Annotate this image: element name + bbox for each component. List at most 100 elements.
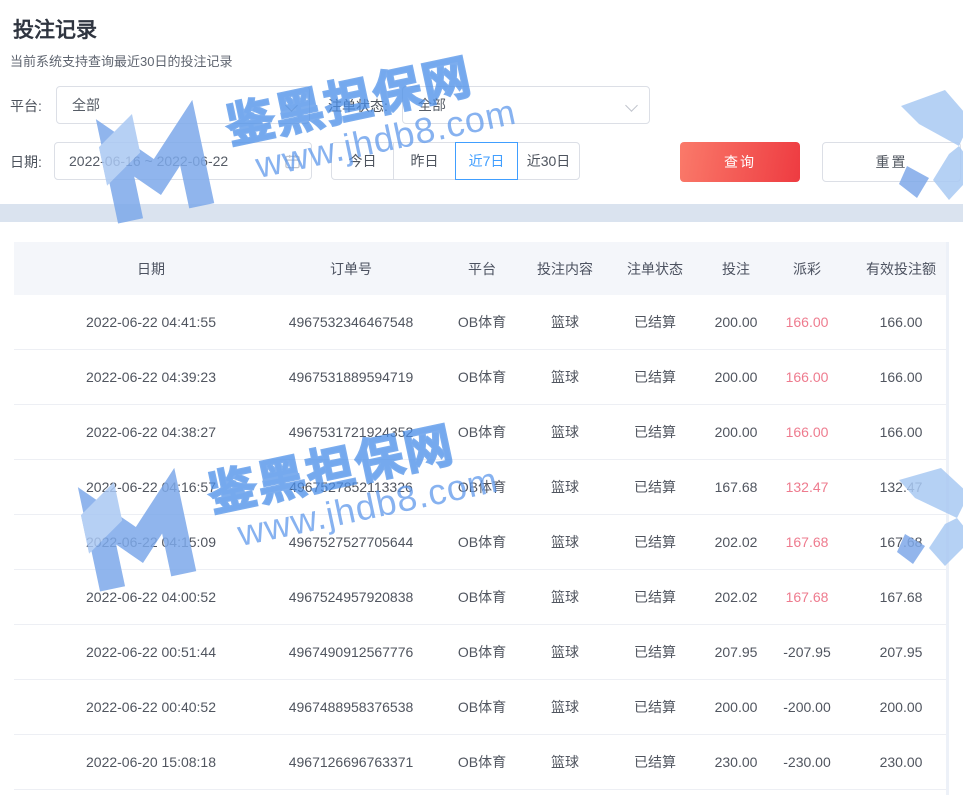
platform-label: 平台: xyxy=(10,86,42,126)
platform-select[interactable]: 全部 xyxy=(56,86,310,124)
cell-content: 篮球 xyxy=(551,350,579,404)
cell-payout: -230.00 xyxy=(783,735,830,789)
cell-status: 已结算 xyxy=(634,625,676,679)
table-row: 2022-06-22 00:51:444967490912567776OB体育篮… xyxy=(14,625,949,680)
cell-platform: OB体育 xyxy=(458,515,506,569)
calendar-icon xyxy=(285,154,300,169)
table-row: 2022-06-22 04:39:234967531889594719OB体育篮… xyxy=(14,350,949,405)
cell-payout: -200.00 xyxy=(783,680,830,734)
cell-status: 已结算 xyxy=(634,405,676,459)
cell-bet: 200.00 xyxy=(715,405,758,459)
platform-select-value: 全部 xyxy=(72,95,100,115)
cell-bet: 167.68 xyxy=(715,460,758,514)
col-header-status: 注单状态 xyxy=(627,242,683,295)
cell-status: 已结算 xyxy=(634,350,676,404)
date-range-input[interactable]: 2022-06-16 ~ 2022-06-22 xyxy=(54,142,312,180)
betting-records-page: 投注记录 当前系统支持查询最近30日的投注记录 平台: 全部 注单状态: 全部 … xyxy=(0,0,963,795)
cell-payout: 166.00 xyxy=(786,350,829,404)
cell-status: 已结算 xyxy=(634,460,676,514)
cell-bet: 207.95 xyxy=(715,625,758,679)
cell-content: 篮球 xyxy=(551,570,579,624)
chevron-down-icon xyxy=(285,99,298,112)
cell-payout: 132.47 xyxy=(786,460,829,514)
cell-valid: 166.00 xyxy=(880,405,923,459)
cell-platform: OB体育 xyxy=(458,460,506,514)
cell-order_no: 4967527527705644 xyxy=(289,515,414,569)
cell-status: 已结算 xyxy=(634,680,676,734)
cell-platform: OB体育 xyxy=(458,405,506,459)
cell-date: 2022-06-22 00:40:52 xyxy=(86,680,216,734)
chevron-down-icon xyxy=(625,99,638,112)
cell-payout: 167.68 xyxy=(786,515,829,569)
cell-platform: OB体育 xyxy=(458,735,506,789)
table-row: 2022-06-22 04:00:52 4967524957920838 OB体育篮… xyxy=(14,570,949,625)
col-header-bet: 投注 xyxy=(722,242,750,295)
quick-range-yesterday[interactable]: 昨日 xyxy=(393,142,456,180)
cell-date: 2022-06-22 04:16:57 xyxy=(86,460,216,514)
cell-order_no: 4967527852113326 xyxy=(289,460,413,514)
cell-order_no: 4967490912567776 xyxy=(289,625,414,679)
cell-valid: 230.00 xyxy=(880,735,923,789)
cell-content: 篮球 xyxy=(551,460,579,514)
search-button[interactable]: 查询 xyxy=(680,142,800,182)
status-select-value: 全部 xyxy=(418,95,446,115)
col-header-order-no: 订单号 xyxy=(330,242,372,295)
cell-content: 篮球 xyxy=(551,295,579,349)
cell-bet: 202.02 xyxy=(715,570,758,624)
cell-valid: 132.47 xyxy=(880,460,923,514)
table-body: 2022-06-22 04:41:554967532346467548OB体育篮… xyxy=(14,295,949,790)
cell-status: 已结算 xyxy=(634,295,676,349)
cell-platform: OB体育 xyxy=(458,570,506,624)
cell-order_no: 4967531889594719 xyxy=(289,350,414,404)
cell-content: 篮球 xyxy=(551,405,579,459)
cell-date: 2022-06-22 00:51:44 xyxy=(86,625,216,679)
cell-platform: OB体育 xyxy=(458,350,506,404)
table-row: 2022-06-22 04:41:55 4967532346467548 OB体育篮… xyxy=(14,295,949,350)
table-row: 2022-06-22 04:16:57 4967527852113326 OB体育篮… xyxy=(14,460,949,515)
date-range-value: 2022-06-16 ~ 2022-06-22 xyxy=(69,153,228,169)
col-header-payout: 派彩 xyxy=(793,242,821,295)
table-row: 2022-06-22 04:15:09 4967527527705644 OB体育篮… xyxy=(14,515,949,570)
cell-payout: 166.00 xyxy=(786,405,829,459)
page-subtitle: 当前系统支持查询最近30日的投注记录 xyxy=(10,51,232,70)
page-title: 投注记录 xyxy=(13,14,97,44)
quick-range-7days[interactable]: 近7日 xyxy=(455,142,518,180)
table-row: 2022-06-22 04:38:274967531721924352OB体育篮… xyxy=(14,405,949,460)
col-header-platform: 平台 xyxy=(468,242,496,295)
cell-order_no: 4967532346467548 xyxy=(289,295,414,349)
col-header-bet-content: 投注内容 xyxy=(537,242,593,295)
quick-range-today[interactable]: 今日 xyxy=(331,142,394,180)
cell-content: 篮球 xyxy=(551,680,579,734)
cell-valid: 167.68 xyxy=(880,570,923,624)
reset-button[interactable]: 重置 xyxy=(822,142,961,182)
status-select[interactable]: 全部 xyxy=(402,86,650,124)
cell-status: 已结算 xyxy=(634,570,676,624)
cell-payout: 167.68 xyxy=(786,570,829,624)
cell-status: 已结算 xyxy=(634,515,676,569)
cell-date: 2022-06-22 04:15:09 xyxy=(86,515,216,569)
date-label: 日期: xyxy=(10,142,42,182)
cell-content: 篮球 xyxy=(551,735,579,789)
col-header-valid-amount: 有效投注额 xyxy=(866,242,936,295)
status-label: 注单状态: xyxy=(328,86,388,126)
cell-valid: 200.00 xyxy=(880,680,923,734)
cell-order_no: 4967524957920838 xyxy=(289,570,414,624)
cell-date: 2022-06-22 04:38:27 xyxy=(86,405,216,459)
quick-range-30days[interactable]: 近30日 xyxy=(517,142,580,180)
table-row: 2022-06-22 00:40:52 4967488958376538 OB体育篮… xyxy=(14,680,949,735)
cell-valid: 167.68 xyxy=(880,515,923,569)
cell-date: 2022-06-22 04:00:52 xyxy=(86,570,216,624)
cell-date: 2022-06-20 15:08:18 xyxy=(86,735,216,789)
cell-content: 篮球 xyxy=(551,515,579,569)
section-divider-band xyxy=(0,204,963,222)
cell-order_no: 4967126696763371 xyxy=(289,735,414,789)
cell-order_no: 4967488958376538 xyxy=(289,680,414,734)
cell-platform: OB体育 xyxy=(458,295,506,349)
cell-valid: 166.00 xyxy=(880,350,923,404)
cell-date: 2022-06-22 04:41:55 xyxy=(86,295,216,349)
cell-platform: OB体育 xyxy=(458,680,506,734)
table-row: 2022-06-20 15:08:18 4967126696763371 OB体育篮… xyxy=(14,735,949,790)
col-header-date: 日期 xyxy=(137,242,165,295)
cell-bet: 230.00 xyxy=(715,735,758,789)
cell-content: 篮球 xyxy=(551,625,579,679)
